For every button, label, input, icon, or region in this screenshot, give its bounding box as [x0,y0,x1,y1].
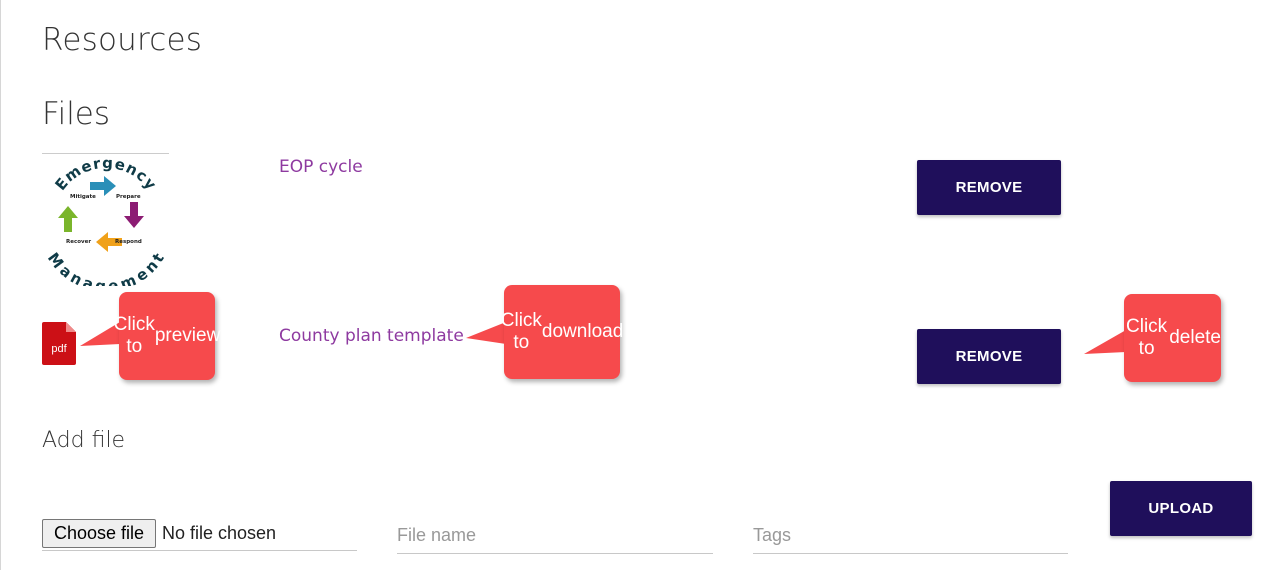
no-file-chosen-text: No file chosen [162,523,277,543]
stage-mitigate: Mitigate [70,194,96,200]
file-name-input[interactable] [397,522,713,554]
file-thumbnail-eop[interactable]: Emergency Management Mitigate Prepare Re… [42,153,169,286]
callout-tail-delete [1084,330,1126,354]
remove-button[interactable]: REMOVE [917,329,1061,384]
tags-input[interactable] [753,522,1068,554]
callout-download: Click to download [501,285,623,379]
emergency-management-cycle-image: Emergency Management Mitigate Prepare Re… [42,154,169,286]
file-link-eop-cycle[interactable]: EOP cycle [279,157,363,177]
left-border [0,0,1,570]
choose-file-button[interactable]: Choose file [42,519,156,548]
page-title: Resources [42,22,203,58]
callout-delete: Click to delete [1124,294,1221,382]
file-link-county-plan-template[interactable]: County plan template [279,326,464,346]
add-file-heading: Add file [42,428,126,453]
stage-respond: Respond [115,239,142,245]
stage-recover: Recover [66,239,91,245]
callout-preview: Click to preview [114,292,220,380]
pdf-icon-label: pdf [51,343,67,355]
file-picker[interactable]: Choose file No file chosen [42,519,357,551]
files-heading: Files [42,96,111,132]
pdf-icon[interactable]: pdf [42,322,76,365]
upload-button[interactable]: UPLOAD [1110,481,1252,536]
stage-prepare: Prepare [116,194,141,200]
remove-button[interactable]: REMOVE [917,160,1061,215]
